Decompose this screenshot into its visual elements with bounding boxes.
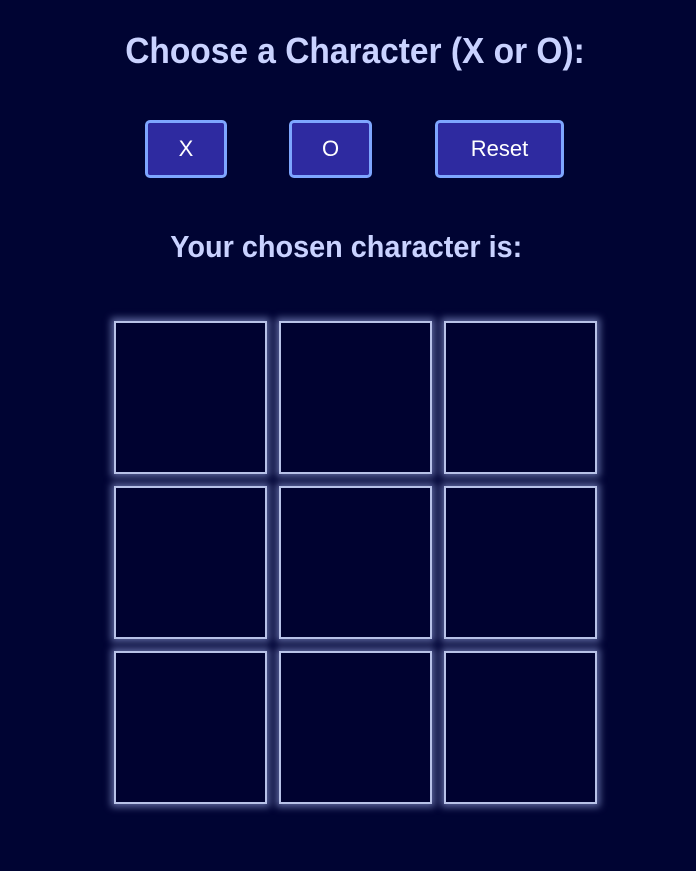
- board-cell-3[interactable]: [444, 321, 597, 474]
- chosen-character-label: Your chosen character is:: [170, 229, 523, 264]
- board-cell-5[interactable]: [279, 486, 432, 639]
- board-cell-7[interactable]: [114, 651, 267, 804]
- board-cell-8[interactable]: [279, 651, 432, 804]
- chosen-character-text: Your chosen character is:: [25, 224, 676, 270]
- game-board: [114, 321, 597, 804]
- board-cell-1[interactable]: [114, 321, 267, 474]
- page-title: Choose a Character (X or O):: [125, 30, 585, 71]
- board-cell-9[interactable]: [444, 651, 597, 804]
- board-cell-6[interactable]: [444, 486, 597, 639]
- board-cell-2[interactable]: [279, 321, 432, 474]
- choose-o-button[interactable]: O: [289, 120, 372, 178]
- choose-x-button[interactable]: X: [145, 120, 227, 178]
- reset-button[interactable]: Reset: [435, 120, 564, 178]
- board-cell-4[interactable]: [114, 486, 267, 639]
